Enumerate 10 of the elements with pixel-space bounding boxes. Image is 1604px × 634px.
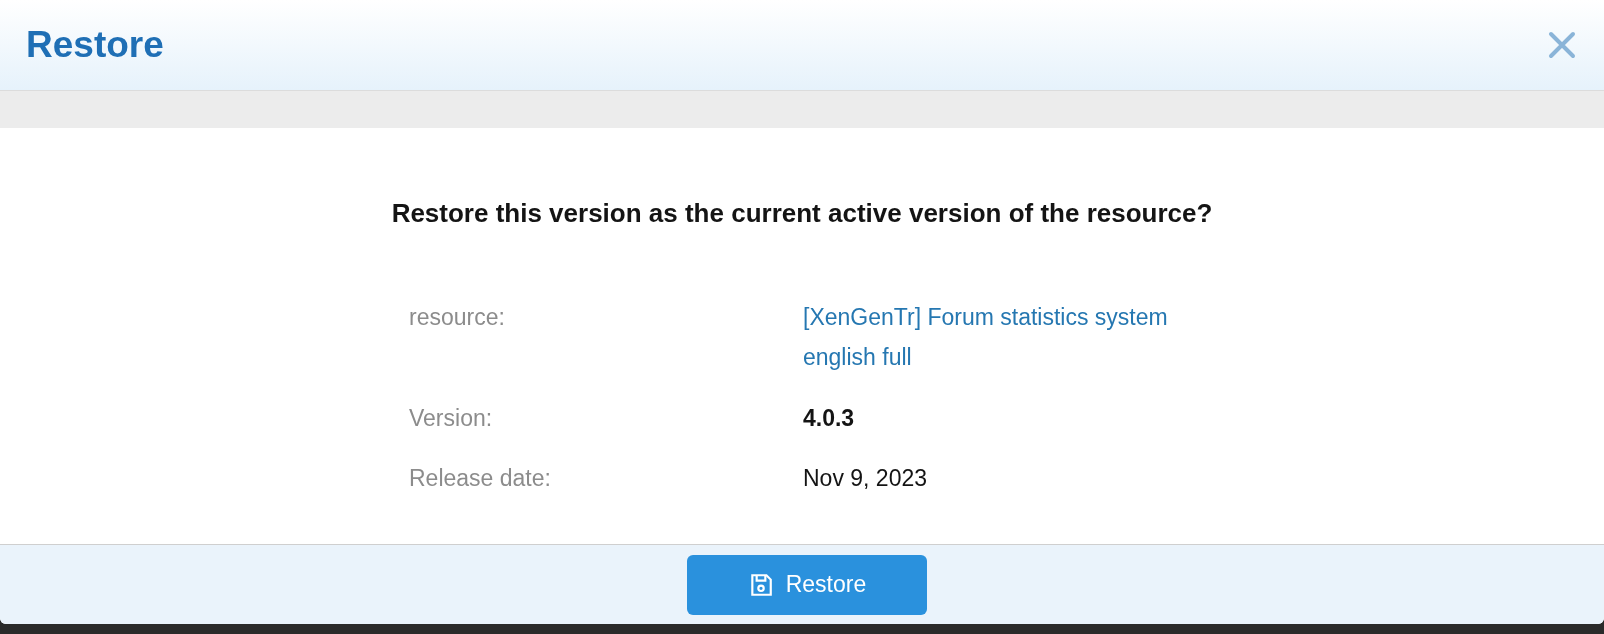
field-label: resource: — [409, 303, 506, 332]
field-label: Release date: — [409, 463, 552, 493]
confirmation-question: Restore this version as the current active version of the resource? — [391, 197, 1213, 230]
resource-link[interactable]: [XenGenTr] Forum statistics system english full — [803, 297, 1173, 378]
dialog-title: Restore — [26, 23, 164, 68]
field-value: 4.0.3 — [803, 403, 856, 433]
field-label: Version: — [409, 403, 494, 433]
close-icon[interactable] — [1546, 29, 1578, 61]
field-value: Nov 9, 2023 — [803, 463, 929, 493]
restore-button[interactable]: Restore — [687, 554, 927, 615]
